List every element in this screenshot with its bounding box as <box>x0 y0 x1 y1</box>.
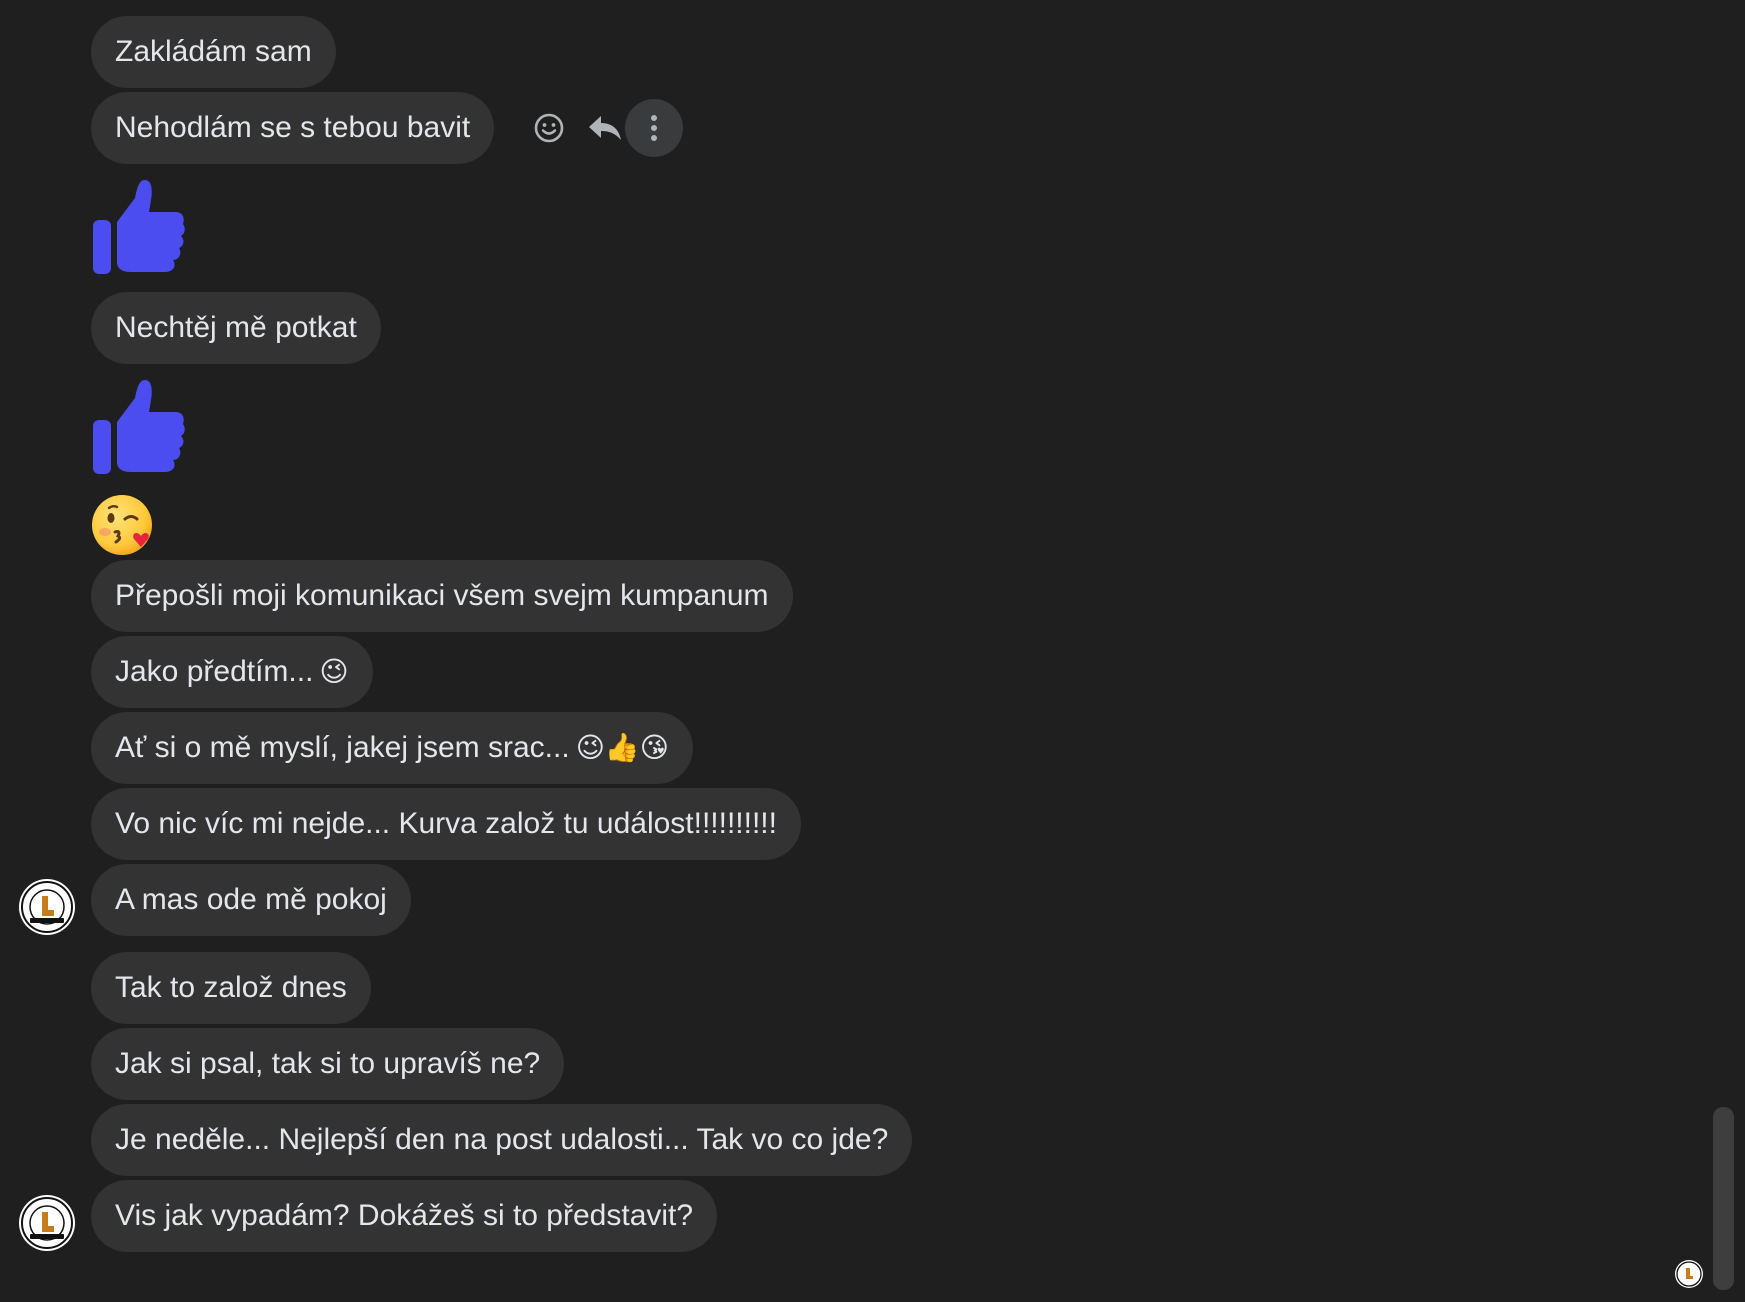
message-bubble[interactable]: Vo nic víc mi nejde... Kurva založ tu ud… <box>91 788 801 860</box>
message-text: Jako předtím... <box>115 655 314 688</box>
message-bubble[interactable]: A mas ode mě pokoj <box>91 864 411 936</box>
thumbs-up-sticker[interactable] <box>91 178 187 276</box>
message-bubble[interactable]: Tak to založ dnes <box>91 952 371 1024</box>
message-text: Vo nic víc mi nejde... Kurva založ tu ud… <box>115 807 777 840</box>
message-bubble[interactable]: Ať si o mě myslí, jakej jsem srac... 😉👍😘 <box>91 712 693 784</box>
message-bubble[interactable]: Nehodlám se s tebou bavit <box>91 92 495 164</box>
message-text: Tak to založ dnes <box>115 971 347 1004</box>
message-bubble[interactable]: Vis jak vypadám? Dokážeš si to představi… <box>91 1180 718 1252</box>
thumbs-up-sticker[interactable] <box>91 378 187 476</box>
message-text: Zakládám sam <box>115 35 312 68</box>
message-text: A mas ode mě pokoj <box>115 883 387 916</box>
message-bubble[interactable]: Nechtěj mě potkat <box>91 292 381 364</box>
message-bubble[interactable]: Je neděle... Nejlepší den na post udalos… <box>91 1104 913 1176</box>
message-bubble[interactable]: Jako předtím... 😉 <box>91 636 373 708</box>
read-receipt-avatar <box>1674 1259 1704 1289</box>
message-bubble[interactable]: Zakládám sam <box>91 16 336 88</box>
kissing-face-emoji[interactable] <box>91 492 157 558</box>
message-text: Vis jak vypadám? Dokážeš si to představi… <box>115 1199 694 1232</box>
message-bubble[interactable]: Přepošli moji komunikaci všem svejm kump… <box>91 560 793 632</box>
more-options-icon[interactable] <box>625 99 683 157</box>
message-text: Přepošli moji komunikaci všem svejm kump… <box>115 579 769 612</box>
chat-thread: Zakládám sam Nehodlám se s tebou bavit N… <box>0 0 1745 1302</box>
react-icon[interactable] <box>520 99 578 157</box>
message-text: Ať si o mě myslí, jakej jsem srac... <box>115 731 570 764</box>
message-emoji: 😉 <box>319 655 349 688</box>
avatar[interactable] <box>18 1194 76 1252</box>
avatar[interactable] <box>18 878 76 936</box>
message-text: Nechtěj mě potkat <box>115 311 357 344</box>
message-text: Jak si psal, tak si to upravíš ne? <box>115 1047 541 1080</box>
message-bubble[interactable]: Jak si psal, tak si to upravíš ne? <box>91 1028 565 1100</box>
message-text: Je neděle... Nejlepší den na post udalos… <box>115 1123 889 1156</box>
message-text: Nehodlám se s tebou bavit <box>115 111 471 144</box>
scrollbar-thumb[interactable] <box>1713 1107 1734 1290</box>
message-emoji: 😉👍😘 <box>575 731 669 764</box>
